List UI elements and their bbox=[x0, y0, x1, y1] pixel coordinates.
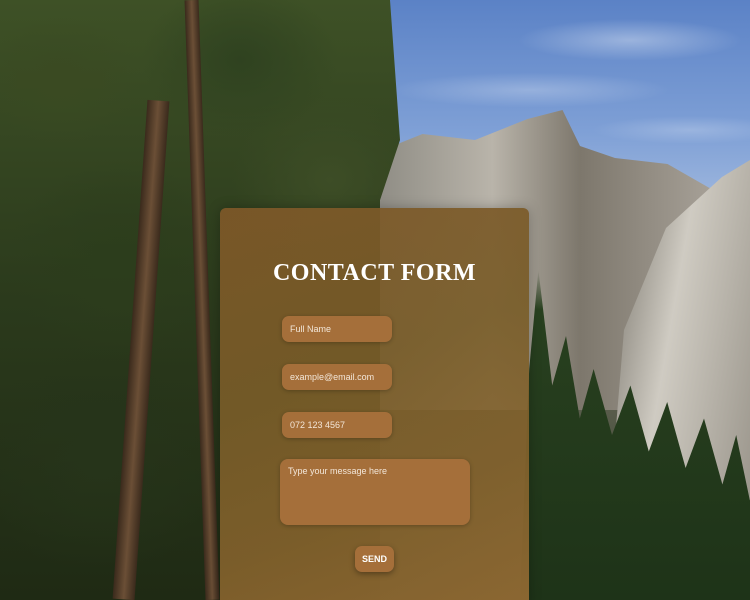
contact-form: CONTACT FORM SEND bbox=[220, 208, 529, 600]
email-input[interactable] bbox=[282, 364, 392, 390]
form-title: CONTACT FORM bbox=[272, 260, 477, 286]
send-button[interactable]: SEND bbox=[355, 546, 394, 572]
full-name-input[interactable] bbox=[282, 316, 392, 342]
background-scene: CONTACT FORM SEND bbox=[0, 0, 750, 600]
message-textarea[interactable] bbox=[280, 459, 470, 525]
phone-input[interactable] bbox=[282, 412, 392, 438]
